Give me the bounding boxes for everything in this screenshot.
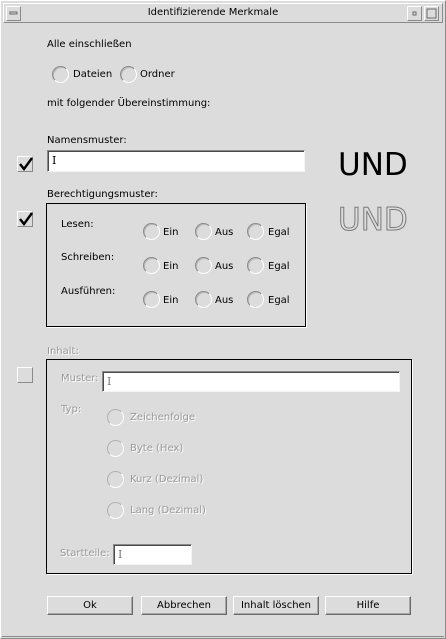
read-any-radio[interactable] [247, 223, 264, 240]
execute-any-label: Egal [268, 295, 290, 306]
maximize-icon [426, 8, 437, 19]
help-button[interactable]: Hilfe [325, 596, 411, 615]
checkmark-icon [19, 157, 33, 171]
execute-any-radio[interactable] [247, 291, 264, 308]
execute-off-label: Aus [215, 295, 234, 306]
write-any-radio[interactable] [247, 257, 264, 274]
name-pattern-input[interactable]: I [47, 150, 305, 172]
type-string-label: Zeichenfolge [130, 412, 196, 423]
files-radio-label: Dateien [73, 69, 113, 80]
type-long-label: Lang (Dezimal) [130, 505, 206, 516]
execute-label: Ausführen: [61, 286, 116, 297]
name-pattern-label: Namensmuster: [47, 135, 127, 146]
type-long-radio[interactable] [107, 502, 124, 519]
read-on-radio[interactable] [143, 223, 160, 240]
cancel-button[interactable]: Abbrechen [141, 596, 227, 615]
name-pattern-checkbox[interactable] [17, 156, 33, 172]
and-label-permission: UND [338, 202, 409, 239]
type-string-radio[interactable] [107, 409, 124, 426]
content-checkbox[interactable] [17, 367, 33, 383]
write-any-label: Egal [268, 261, 290, 272]
read-label: Lesen: [61, 219, 94, 230]
ok-button[interactable]: Ok [47, 596, 133, 615]
window-title: Identifizierende Merkmale [147, 7, 279, 18]
permission-pattern-checkbox[interactable] [17, 211, 33, 227]
and-label-name: UND [338, 147, 408, 183]
bottom-edge [2, 636, 444, 637]
read-off-radio[interactable] [195, 223, 212, 240]
dialog-window: Identifizierende Merkmale Alle einschlie… [0, 0, 446, 639]
type-byte-radio[interactable] [107, 440, 124, 457]
folders-radio-label: Ordner [140, 69, 175, 80]
checkmark-icon [19, 212, 33, 226]
text-cursor: I [118, 548, 123, 561]
include-label: Alle einschließen [47, 39, 132, 50]
window-menu-icon [9, 11, 18, 15]
text-cursor: I [52, 154, 57, 167]
content-pattern-label: Muster: [61, 373, 99, 384]
write-off-label: Aus [215, 261, 234, 272]
minimize-icon [412, 11, 417, 16]
content-label: Inhalt: [47, 346, 79, 357]
type-short-radio[interactable] [107, 471, 124, 488]
execute-on-label: Ein [163, 295, 179, 306]
files-radio[interactable] [52, 66, 69, 83]
write-label: Schreiben: [61, 252, 115, 263]
execute-on-radio[interactable] [143, 291, 160, 308]
clear-content-button[interactable]: Inhalt löschen [233, 596, 319, 615]
write-on-radio[interactable] [143, 257, 160, 274]
title-bar[interactable]: Identifizierende Merkmale [3, 3, 443, 23]
minimize-button[interactable] [407, 6, 422, 21]
permission-pattern-label: Berechtigungsmuster: [47, 189, 158, 200]
text-cursor: I [107, 375, 112, 388]
content-pattern-input[interactable]: I [102, 371, 400, 392]
content-type-label: Typ: [61, 404, 82, 415]
write-on-label: Ein [163, 261, 179, 272]
type-short-label: Kurz (Dezimal) [130, 474, 204, 485]
maximize-button[interactable] [424, 6, 439, 21]
execute-off-radio[interactable] [195, 291, 212, 308]
folders-radio[interactable] [120, 66, 137, 83]
read-any-label: Egal [268, 227, 290, 238]
offset-label: Startteile: [60, 548, 110, 559]
read-off-label: Aus [215, 227, 234, 238]
offset-input[interactable]: I [113, 544, 192, 565]
write-off-radio[interactable] [195, 257, 212, 274]
match-label: mit folgender Übereinstimmung: [47, 98, 211, 109]
window-menu-button[interactable] [6, 6, 21, 21]
read-on-label: Ein [163, 227, 179, 238]
type-byte-label: Byte (Hex) [130, 443, 184, 454]
